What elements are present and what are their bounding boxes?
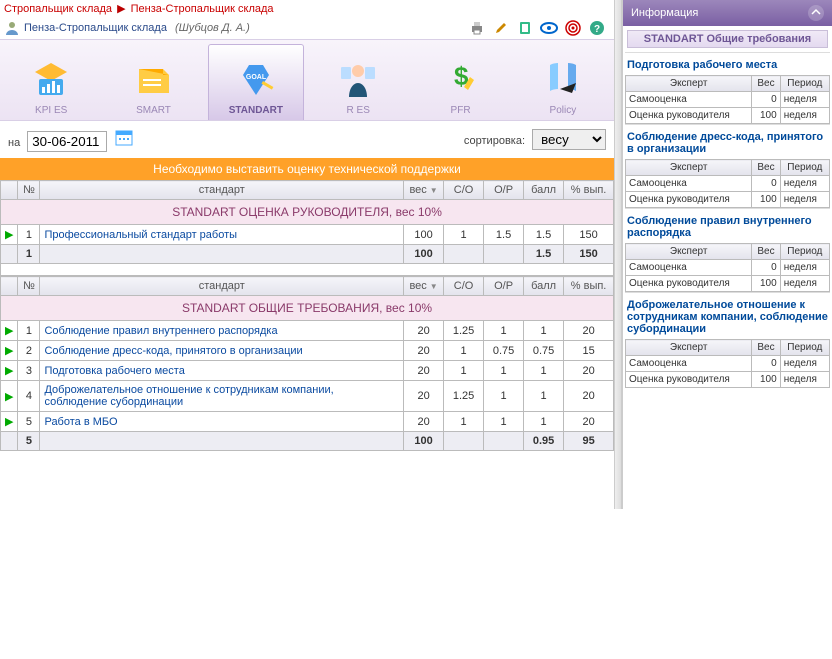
- table-row: Оценка руководителя100неделя: [626, 372, 830, 388]
- side-chip: STANDART Общие требования: [627, 30, 828, 48]
- side-block-title: Подготовка рабочего места: [625, 52, 830, 75]
- standards-grid-1: № стандарт вес С/О О/Р балл % вып. STAND…: [0, 180, 614, 276]
- table-row: Оценка руководителя100неделя: [626, 108, 830, 124]
- paste-icon[interactable]: [516, 19, 534, 37]
- col-or[interactable]: О/Р: [484, 181, 524, 200]
- eye-icon[interactable]: [540, 19, 558, 37]
- standard-link[interactable]: Соблюдение дресс-кода, принятого в орган…: [40, 341, 404, 361]
- side-block-title: Соблюдение правил внутреннего распорядка: [625, 208, 830, 243]
- collapse-icon[interactable]: [808, 5, 824, 21]
- side-expert-table: ЭкспертВесПериодСамооценка0неделяОценка …: [625, 243, 830, 292]
- side-expert-table: ЭкспертВесПериодСамооценка0неделяОценка …: [625, 159, 830, 208]
- date-label: на: [8, 137, 20, 149]
- splitter[interactable]: [614, 0, 622, 509]
- table-row: Оценка руководителя100неделя: [626, 276, 830, 292]
- table-row: ▶5Работа в МБО2011120: [1, 412, 614, 432]
- svg-text:?: ?: [594, 24, 600, 35]
- side-title: Информация: [631, 7, 698, 19]
- table-row: Самооценка0неделя: [626, 92, 830, 108]
- standard-link[interactable]: Доброжелательное отношение к сотрудникам…: [40, 381, 404, 412]
- table-row: ▶4Доброжелательное отношение к сотрудник…: [1, 381, 614, 412]
- sort-label: сортировка:: [464, 135, 525, 147]
- date-input[interactable]: [27, 131, 107, 152]
- sort-select[interactable]: весу: [532, 129, 606, 150]
- col-pct[interactable]: % вып.: [564, 277, 614, 296]
- expand-icon[interactable]: ▶: [1, 341, 18, 361]
- standard-link[interactable]: Подготовка рабочего места: [40, 361, 404, 381]
- svg-text:GOAL: GOAL: [246, 74, 267, 81]
- col-standard[interactable]: стандарт: [40, 277, 404, 296]
- col-score[interactable]: балл: [524, 181, 564, 200]
- col-pct[interactable]: % вып.: [564, 181, 614, 200]
- side-block-title: Соблюдение дресс-кода, принятого в орган…: [625, 124, 830, 159]
- standard-link[interactable]: Профессиональный стандарт работы: [40, 225, 404, 245]
- col-num[interactable]: №: [18, 277, 40, 296]
- total-row: 1 100 1.5150: [1, 245, 614, 264]
- user-icon: [4, 20, 20, 36]
- expand-icon[interactable]: ▶: [1, 412, 18, 432]
- user-name: (Шубцов Д. А.): [175, 22, 250, 34]
- standards-grid-2: № стандарт вес С/О О/Р балл % вып. STAND…: [0, 276, 614, 451]
- table-row: ▶ 1 Профессиональный стандарт работы 100…: [1, 225, 614, 245]
- col-weight[interactable]: вес: [404, 181, 444, 200]
- help-icon[interactable]: ?: [588, 19, 606, 37]
- breadcrumb: Стропальщик склада ▶ Пенза-Стропальщик с…: [0, 0, 614, 17]
- table-row: Оценка руководителя100неделя: [626, 192, 830, 208]
- table-row: Самооценка0неделя: [626, 356, 830, 372]
- table-row: Самооценка0неделя: [626, 260, 830, 276]
- tab-pfr[interactable]: $ PFR: [413, 44, 509, 120]
- side-panel-header: Информация: [623, 0, 832, 26]
- warning-banner: Необходимо выставить оценку технической …: [0, 158, 614, 180]
- target-icon[interactable]: [564, 19, 582, 37]
- table-row: Самооценка0неделя: [626, 176, 830, 192]
- col-so[interactable]: С/О: [444, 181, 484, 200]
- section-title: STANDART ОБЩИЕ ТРЕБОВАНИЯ, вес 10%: [1, 296, 614, 321]
- standard-link[interactable]: Соблюдение правил внутреннего распорядка: [40, 321, 404, 341]
- col-or[interactable]: О/Р: [484, 277, 524, 296]
- table-row: ▶1Соблюдение правил внутреннего распоряд…: [1, 321, 614, 341]
- tab-smart[interactable]: SMART: [106, 44, 202, 120]
- expand-icon[interactable]: ▶: [1, 361, 18, 381]
- side-expert-table: ЭкспертВесПериодСамооценка0неделяОценка …: [625, 339, 830, 388]
- table-row: ▶3Подготовка рабочего места2011120: [1, 361, 614, 381]
- tab-kpi[interactable]: KPI ES: [3, 44, 99, 120]
- col-num[interactable]: №: [18, 181, 40, 200]
- standard-link[interactable]: Работа в МБО: [40, 412, 404, 432]
- breadcrumb-item[interactable]: Пенза-Стропальщик склада: [131, 3, 274, 15]
- expand-icon[interactable]: ▶: [1, 381, 18, 412]
- col-score[interactable]: балл: [524, 277, 564, 296]
- calendar-icon[interactable]: [114, 127, 134, 147]
- col-standard[interactable]: стандарт: [40, 181, 404, 200]
- role-link[interactable]: Пенза-Стропальщик склада: [24, 22, 167, 34]
- expand-icon[interactable]: ▶: [1, 225, 18, 245]
- print-icon[interactable]: [468, 19, 486, 37]
- side-block-title: Доброжелательное отношение к сотрудникам…: [625, 292, 830, 339]
- breadcrumb-item[interactable]: Стропальщик склада: [4, 3, 112, 15]
- expand-icon[interactable]: ▶: [1, 321, 18, 341]
- tab-standart[interactable]: GOAL STANDART: [208, 44, 304, 120]
- tab-policy[interactable]: Policy: [515, 44, 611, 120]
- side-expert-table: ЭкспертВесПериодСамооценка0неделяОценка …: [625, 75, 830, 124]
- col-so[interactable]: С/О: [444, 277, 484, 296]
- section-title: STANDART ОЦЕНКА РУКОВОДИТЕЛЯ, вес 10%: [1, 200, 614, 225]
- total-row: 5 100 0.9595: [1, 432, 614, 451]
- table-row: ▶2Соблюдение дресс-кода, принятого в орг…: [1, 341, 614, 361]
- col-weight[interactable]: вес: [404, 277, 444, 296]
- tab-strip: KPI ES SMART GOAL STANDART R ES $ PFR Po…: [0, 39, 614, 121]
- brush-icon[interactable]: [492, 19, 510, 37]
- tab-res[interactable]: R ES: [310, 44, 406, 120]
- chevron-right-icon: ▶: [117, 3, 125, 15]
